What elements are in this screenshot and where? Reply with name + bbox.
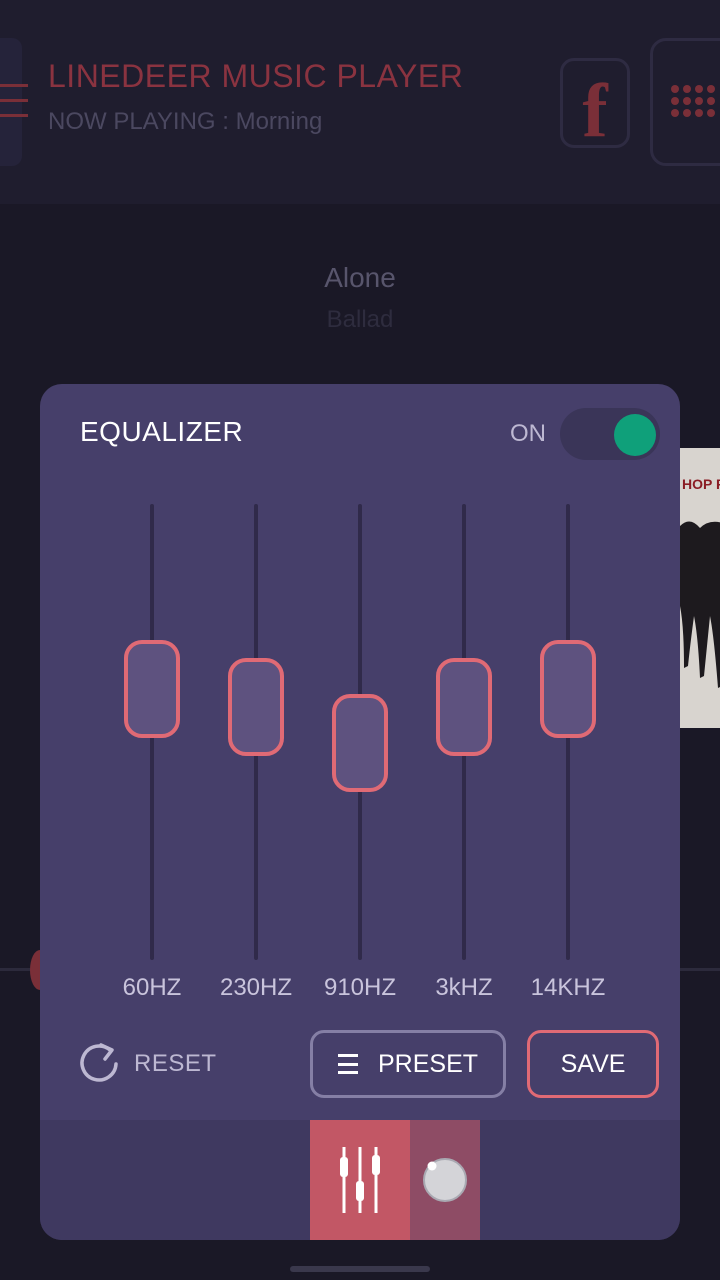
band-slider[interactable] [112, 504, 192, 960]
dialpad-icon [671, 85, 715, 117]
list-icon [337, 1054, 358, 1074]
dialpad-button[interactable] [650, 38, 720, 166]
app-title: LINEDEER MUSIC PLAYER [48, 58, 464, 94]
home-indicator[interactable] [290, 1266, 430, 1272]
power-label: ON [510, 420, 546, 447]
band-frequency-label: 60HZ [122, 974, 182, 1001]
slider-thumb[interactable] [228, 657, 284, 756]
refresh-icon [80, 1043, 118, 1082]
band-frequency-label: 230HZ [219, 974, 293, 1001]
facebook-button[interactable]: f [560, 58, 630, 153]
app-header: LINEDEER MUSIC PLAYER NOW PLAYING : Morn… [0, 0, 720, 204]
album-art-graphic [680, 521, 720, 688]
reset-button[interactable]: RESET [76, 1038, 217, 1090]
menu-icon[interactable] [0, 84, 28, 120]
reset-label: RESET [134, 1050, 217, 1077]
tab-equalizer[interactable] [310, 1120, 410, 1240]
band-slider[interactable] [424, 504, 504, 960]
band-frequency-label: 910HZ [323, 974, 397, 1001]
power-toggle[interactable] [560, 408, 660, 460]
band-frequency-label: 14KHZ [530, 974, 606, 1001]
band-frequency-label: 3kHZ [435, 974, 493, 1001]
save-button[interactable]: SAVE [527, 1030, 659, 1098]
equalizer-title: EQUALIZER [80, 416, 244, 447]
save-label: SAVE [560, 1049, 626, 1078]
tab-bass-knob[interactable] [410, 1120, 480, 1240]
band-slider[interactable] [216, 504, 296, 960]
slider-thumb[interactable] [124, 640, 180, 739]
sliders-icon [340, 1147, 380, 1213]
facebook-icon: f [582, 69, 608, 153]
band-slider[interactable] [320, 504, 400, 960]
knob-icon [423, 1158, 467, 1202]
preset-label: PRESET [377, 1049, 479, 1078]
toggle-knob[interactable] [614, 414, 656, 456]
song-genre: Ballad [326, 306, 394, 333]
dialog-tab-bar [40, 1120, 680, 1240]
slider-thumb[interactable] [540, 640, 596, 739]
slider-thumb[interactable] [332, 693, 388, 792]
album-art[interactable]: HOP FE [678, 448, 720, 728]
now-playing-text: NOW PLAYING : Morning [48, 108, 323, 135]
album-art-text: HOP FE [682, 476, 720, 492]
band-slider[interactable] [528, 504, 608, 960]
preset-button[interactable]: PRESET [310, 1030, 506, 1098]
song-title: Alone [324, 262, 396, 293]
equalizer-dialog: EQUALIZER ON 60HZ 230HZ 910HZ 3kHZ 14KHZ RES… [40, 384, 680, 1240]
slider-thumb[interactable] [436, 657, 492, 756]
